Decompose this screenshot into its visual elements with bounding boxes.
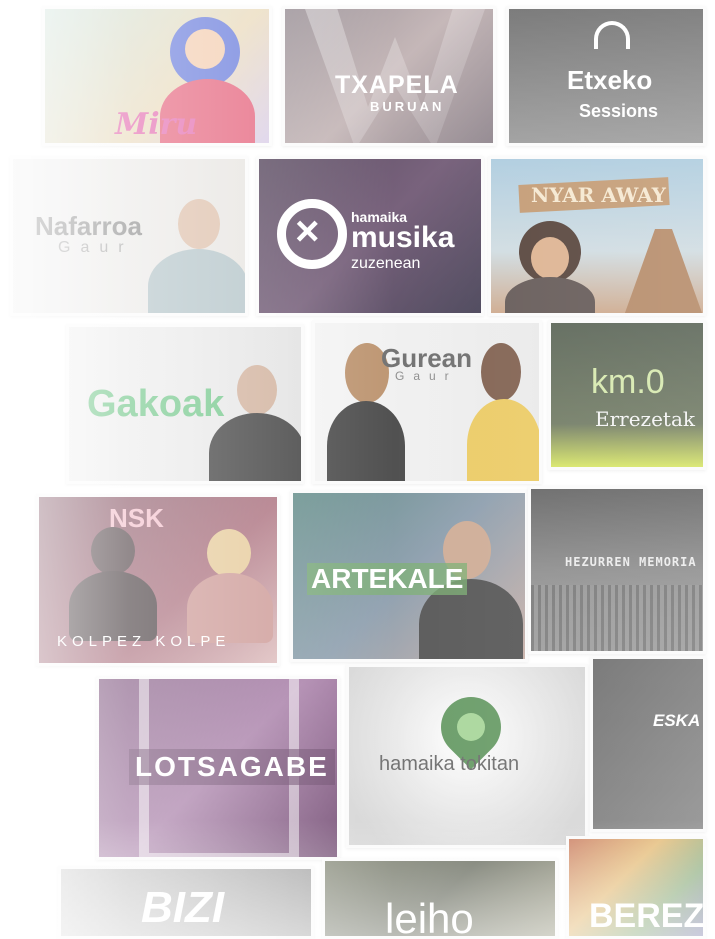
nyarway-host-body (505, 277, 595, 313)
musika-line3: zuzenean (351, 255, 421, 272)
gurean-subtitle: Gaur (395, 369, 458, 383)
nyarway-rock (621, 229, 703, 313)
tile-hamaika-tokitan[interactable]: hamaika tokitan (346, 664, 588, 848)
musika-x-mark: × (295, 207, 320, 254)
lotsagabe-title: LOTSAGABE (129, 749, 335, 785)
tile-artekale[interactable]: ARTEKALE (290, 490, 528, 662)
etxeko-subtitle: Sessions (579, 101, 659, 121)
tile-km0-errezetak[interactable]: km.0 Errezetak (548, 320, 706, 470)
tile-etxeko-sessions[interactable]: Etxeko Sessions (506, 6, 706, 146)
tile-gakoak[interactable]: Gakoak (66, 324, 304, 484)
tile-txapela-buruan[interactable]: TXAPELA BURUAN (282, 6, 496, 146)
tile-miru[interactable]: Miru (42, 6, 272, 146)
tile-leiho[interactable]: leiho (322, 858, 558, 939)
kolpez-host1-body (69, 571, 157, 641)
gakoak-host-head (237, 365, 277, 415)
tile-nafarroa-gaur[interactable]: Nafarroa Gaur (10, 156, 248, 316)
miru-face (185, 29, 225, 69)
berez-title: BEREZ (589, 897, 705, 935)
miru-logo: Miru (115, 107, 198, 142)
hezurren-crowd (531, 585, 703, 651)
map-pin-hole (457, 713, 485, 741)
kolpez-title: KOLPEZ KOLPE (57, 633, 231, 650)
tile-bizi[interactable]: BIZI (58, 866, 314, 939)
nafarroa-subtitle: Gaur (58, 239, 134, 256)
tile-kolpez-kolpe[interactable]: NSK KOLPEZ KOLPE (36, 494, 280, 666)
nyarway-host-face (531, 237, 569, 279)
tile-hamaika-musika-zuzenean[interactable]: × hamaika musika zuzenean (256, 156, 484, 316)
nyarway-title: NYAR AWAY (531, 183, 666, 207)
musika-line2: musika (351, 221, 455, 254)
nafarroa-host-head (178, 199, 220, 249)
kolpez-host2-head (207, 529, 251, 577)
gakoak-title: Gakoak (87, 383, 225, 425)
gurean-host2-head (481, 343, 521, 401)
kolpez-host1-head (91, 527, 135, 575)
tile-eskaf[interactable]: ESKA (590, 656, 706, 832)
nafarroa-host-body (148, 249, 245, 313)
txapela-subtitle: BURUAN (370, 99, 445, 114)
program-tile-wall: Miru TXAPELA BURUAN Etxeko Sessions Nafa… (0, 0, 715, 939)
tile-lotsagabe[interactable]: LOTSAGABE (96, 676, 340, 860)
artekale-title: ARTEKALE (307, 563, 468, 595)
tile-berez[interactable]: BEREZ (566, 836, 706, 939)
txapela-title: TXAPELA (335, 71, 459, 99)
leiho-title: leiho (385, 895, 474, 939)
gurean-host2-body (467, 399, 539, 481)
bizi-title: BIZI (141, 883, 225, 932)
km0-title: km.0 (591, 363, 665, 401)
nafarroa-title: Nafarroa (35, 211, 142, 241)
headphones-icon (594, 21, 630, 49)
tile-gurean-gaur[interactable]: Gurean Gaur (312, 320, 542, 484)
km0-subtitle: Errezetak (595, 407, 696, 431)
gurean-host1-body (327, 401, 405, 481)
tokitan-title: hamaika tokitan (379, 753, 520, 775)
hezurren-title: HEZURREN MEMORIA (565, 555, 697, 569)
tile-hezurren-memoria[interactable]: HEZURREN MEMORIA (528, 486, 706, 654)
eskaf-title: ESKA (653, 711, 701, 730)
tile-nyar-away[interactable]: NYAR AWAY (488, 156, 706, 316)
etxeko-title: Etxeko (567, 65, 653, 95)
